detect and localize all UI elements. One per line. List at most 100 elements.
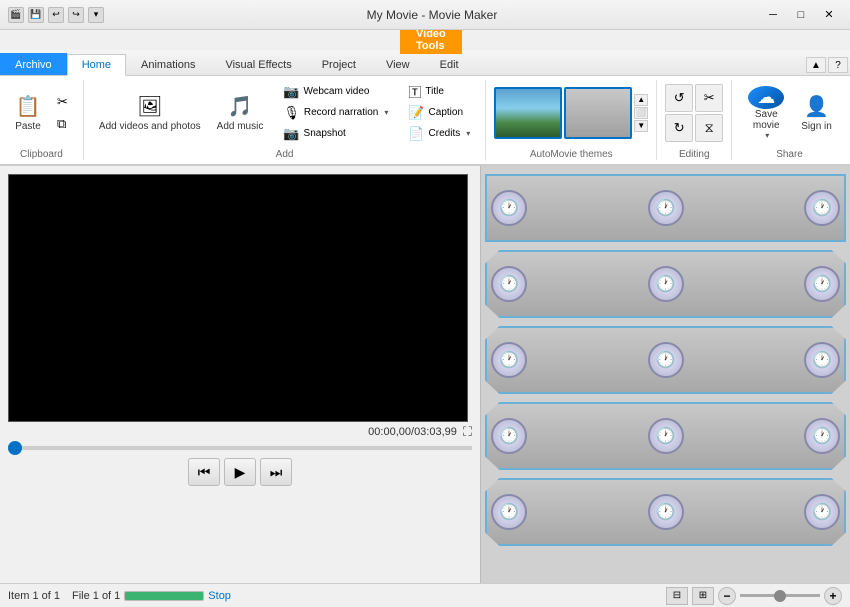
play-button[interactable]: ▶: [224, 458, 256, 486]
trim-button[interactable]: ✂: [695, 84, 723, 112]
maximize-button[interactable]: □: [788, 5, 814, 25]
rotate-left-button[interactable]: ↺: [665, 84, 693, 112]
tab-edit[interactable]: Edit: [425, 53, 474, 75]
record-narration-dropdown[interactable]: ▾: [384, 108, 388, 117]
play-icon: ▶: [235, 464, 246, 481]
zoom-in-button[interactable]: +: [824, 587, 842, 605]
save-movie-dropdown[interactable]: ▾: [765, 131, 769, 140]
fullscreen-button[interactable]: ⛶: [463, 424, 472, 440]
timeline-view-button[interactable]: ⊞: [692, 587, 714, 605]
record-narration-button[interactable]: 🎙 Record narration ▾: [276, 103, 395, 123]
editing-label: Editing: [665, 145, 723, 160]
quick-access-undo[interactable]: ↩: [48, 7, 64, 23]
add-videos-button[interactable]: 🖼 Add videos and photos: [92, 83, 208, 143]
film-clock-5c: 🕐: [804, 494, 840, 530]
tab-view[interactable]: View: [371, 53, 425, 75]
save-movie-icon: ☁: [748, 86, 784, 109]
tab-project[interactable]: Project: [307, 53, 371, 75]
filmstrip-panel[interactable]: 🕐 🕐 🕐 🕐 🕐 🕐 🕐 🕐 🕐 🕐 🕐 🕐: [480, 166, 850, 583]
film-strip-4[interactable]: 🕐 🕐 🕐: [485, 402, 846, 470]
film-clock-3a: 🕐: [491, 342, 527, 378]
copy-icon: ⧉: [57, 116, 66, 132]
add-section: 🖼 Add videos and photos 🎵 Add music 📷 We…: [84, 80, 486, 160]
cut-button[interactable]: ✂: [50, 92, 75, 112]
clipboard-section: 📋 Paste ✂ ⧉ Clipboard: [0, 80, 84, 160]
close-button[interactable]: ✕: [816, 5, 842, 25]
video-tools-tab[interactable]: Video Tools: [400, 26, 462, 54]
share-label: Share: [740, 145, 839, 160]
quick-access-save[interactable]: 💾: [28, 7, 44, 23]
status-right: ⊟ ⊞ − +: [666, 587, 842, 605]
paste-button[interactable]: 📋 Paste: [8, 83, 48, 143]
theme-scroll-down[interactable]: ▼: [634, 120, 648, 132]
film-strip-1[interactable]: 🕐 🕐 🕐: [485, 174, 846, 242]
film-strip-3[interactable]: 🕐 🕐 🕐: [485, 326, 846, 394]
zoom-slider[interactable]: [740, 594, 820, 597]
snapshot-icon: 📷: [283, 126, 299, 142]
add-music-button[interactable]: 🎵 Add music: [210, 83, 271, 143]
webcam-video-button[interactable]: 📷 Webcam video: [276, 82, 395, 102]
main-content: 00:00,00/03:03,99 ⛶ ⏮ ▶ ⏭ 🕐 🕐 🕐 🕐: [0, 166, 850, 583]
quick-access-more[interactable]: ▾: [88, 7, 104, 23]
next-frame-button[interactable]: ⏭: [260, 458, 292, 486]
credits-button[interactable]: 📄 Credits ▾: [401, 124, 477, 144]
zoom-out-button[interactable]: −: [718, 587, 736, 605]
minimize-button[interactable]: ─: [760, 5, 786, 25]
film-clock-1b: 🕐: [648, 190, 684, 226]
sign-in-icon: 👤: [804, 94, 829, 119]
theme-thumbnail-2[interactable]: [564, 87, 632, 139]
film-clock-4c: 🕐: [804, 418, 840, 454]
total-time: 03:03,99: [414, 426, 457, 438]
video-panel: 00:00,00/03:03,99 ⛶ ⏮ ▶ ⏭: [0, 166, 480, 583]
save-movie-button[interactable]: ☁ Save movie ▾: [740, 83, 792, 143]
theme-preview-1: [496, 89, 560, 137]
theme-scroll-mid[interactable]: ⬜: [634, 107, 648, 119]
tab-animations[interactable]: Animations: [126, 53, 210, 75]
video-tools-bar: Video Tools: [0, 30, 850, 50]
credits-dropdown[interactable]: ▾: [466, 129, 470, 138]
tab-visual-effects[interactable]: Visual Effects: [210, 53, 306, 75]
title-button[interactable]: 🅃 Title: [401, 82, 477, 102]
theme-scroll: ▲ ⬜ ▼: [634, 94, 648, 132]
webcam-label: Webcam video: [304, 86, 370, 97]
video-seek-slider[interactable]: [8, 446, 472, 450]
storyboard-view-button[interactable]: ⊟: [666, 587, 688, 605]
film-clock-1c: 🕐: [804, 190, 840, 226]
help-button[interactable]: ?: [828, 57, 848, 73]
prev-frame-button[interactable]: ⏮: [188, 458, 220, 486]
split-button[interactable]: ⧖: [695, 114, 723, 142]
theme-strip: ▲ ⬜ ▼: [494, 83, 648, 143]
theme-scroll-up[interactable]: ▲: [634, 94, 648, 106]
tab-archivo[interactable]: Archivo: [0, 53, 67, 75]
film-clock-2a: 🕐: [491, 266, 527, 302]
add-music-icon: 🎵: [228, 94, 253, 119]
snapshot-button[interactable]: 📷 Snapshot: [276, 124, 395, 144]
film-strip-5[interactable]: 🕐 🕐 🕐: [485, 478, 846, 546]
quick-access-redo[interactable]: ↪: [68, 7, 84, 23]
editing-buttons: ↺ ✂ ↻ ⧖: [665, 80, 723, 145]
current-time: 00:00,00: [368, 426, 411, 438]
title-bar: 🎬 💾 ↩ ↪ ▾ My Movie - Movie Maker ─ □ ✕: [0, 0, 850, 30]
caption-button[interactable]: 📝 Caption: [401, 103, 477, 123]
record-narration-label: Record narration: [304, 107, 378, 118]
stop-button[interactable]: Stop: [208, 590, 231, 602]
film-clock-3c: 🕐: [804, 342, 840, 378]
tab-home[interactable]: Home: [67, 54, 126, 76]
save-movie-label: Save movie: [743, 109, 789, 131]
video-timecode: 00:00,00/03:03,99: [368, 426, 457, 438]
next-frame-icon: ⏭: [270, 464, 283, 481]
film-clock-2b: 🕐: [648, 266, 684, 302]
film-strip-2[interactable]: 🕐 🕐 🕐: [485, 250, 846, 318]
ribbon-collapse-area: ▲ ?: [804, 55, 850, 75]
theme-thumbnail-1[interactable]: [494, 87, 562, 139]
copy-button[interactable]: ⧉: [50, 114, 75, 134]
ribbon-collapse-button[interactable]: ▲: [806, 57, 826, 73]
add-sub-section: 📷 Webcam video 🎙 Record narration ▾ 📷 Sn…: [276, 82, 395, 144]
sign-in-button[interactable]: 👤 Sign in: [794, 83, 839, 143]
title-bar-icons: 🎬 💾 ↩ ↪ ▾: [8, 7, 104, 23]
rotate-right-button[interactable]: ↻: [665, 114, 693, 142]
credits-icon: 📄: [408, 126, 424, 142]
add-label: Add: [92, 145, 477, 160]
ribbon: 📋 Paste ✂ ⧉ Clipboard 🖼 Add videos and p…: [0, 76, 850, 166]
theme-preview-2: [566, 89, 630, 137]
